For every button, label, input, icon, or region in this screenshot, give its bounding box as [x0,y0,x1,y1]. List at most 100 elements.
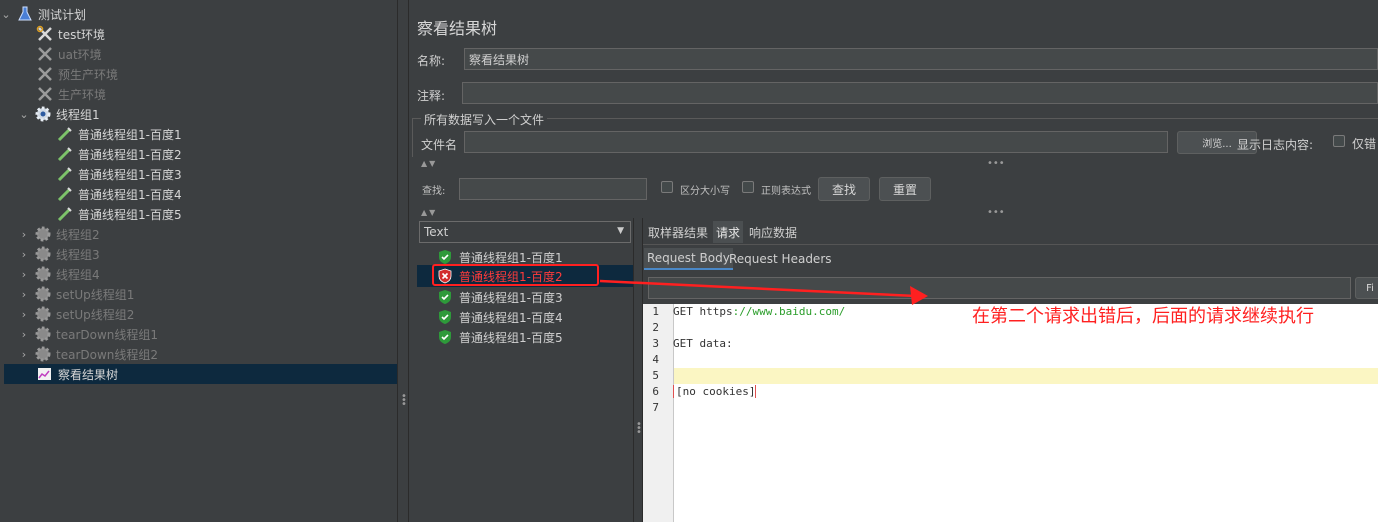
pipette-icon [56,205,74,223]
chevron-down-icon: ▼ [617,226,624,236]
chevron-down-icon[interactable]: ⌄ [0,8,12,21]
graph-icon [36,365,54,383]
success-shield-icon [437,329,453,345]
tree-item-sampler-1[interactable]: 普通线程组1-百度1 [56,124,182,144]
renderer-select[interactable]: Text ▼ [419,221,631,243]
tree-item-label: 察看结果树 [58,367,119,382]
tree-item-thread-group-1[interactable]: ⌄ 线程组1 [18,104,100,124]
tree-item-view-results-tree[interactable]: 察看结果树 [4,364,397,384]
tree-item-label: tearDown线程组1 [56,327,159,342]
result-item[interactable]: 普通线程组1-百度3 [437,287,563,307]
tree-item-label: 普通线程组1-百度1 [78,127,182,142]
comment-field[interactable] [462,82,1378,104]
errors-only-label: 仅错 [1352,137,1377,151]
case-sensitive-checkbox[interactable] [661,181,673,193]
regex-checkbox[interactable] [742,181,754,193]
test-plan-tree: ⌄ 测试计划 test环境 uat环境 预生产环境 生产环境 ⌄ 线程组1 普通… [0,0,397,522]
result-item[interactable]: 普通线程组1-百度4 [437,307,563,327]
tree-item-label: 线程组1 [56,107,100,122]
request-body-editor[interactable]: 1 2 3 4 5 6 7 GET https://www.baidu.com/… [643,304,1378,522]
tree-item-sampler-2[interactable]: 普通线程组1-百度2 [56,144,182,164]
success-shield-icon [437,309,453,325]
tree-item-setup-group-2[interactable]: › setUp线程组2 [18,304,134,324]
annotation-text: 在第二个请求出错后，后面的请求继续执行 [972,306,1314,327]
gear-icon [34,245,52,263]
gear-icon [34,325,52,343]
tree-item-sampler-4[interactable]: 普通线程组1-百度4 [56,184,182,204]
splitter-grip-icon[interactable]: ••• [987,158,1005,169]
tree-item-label: setUp线程组2 [56,307,135,322]
result-label: 普通线程组1-百度4 [459,310,563,325]
pipette-icon [56,145,74,163]
gear-icon [34,285,52,303]
tree-item-label: 线程组2 [56,227,100,242]
chevron-right-icon[interactable]: › [18,228,30,241]
chevron-right-icon[interactable]: › [18,308,30,321]
chevron-down-icon[interactable]: ⌄ [18,108,30,121]
chevron-right-icon[interactable]: › [18,328,30,341]
renderer-select-value: Text [424,225,449,239]
name-field[interactable]: 察看结果树 [464,48,1378,70]
tree-item-thread-group-2[interactable]: › 线程组2 [18,224,100,244]
chevron-right-icon[interactable]: › [18,248,30,261]
tree-item-label: setUp线程组1 [56,287,135,302]
splitter-grip-icon: • • • [636,419,642,438]
tree-item-thread-group-3[interactable]: › 线程组3 [18,244,100,264]
tab-response-data[interactable]: 响应数据 [746,221,800,243]
body-find-button[interactable]: Fi [1355,277,1378,299]
chevron-right-icon[interactable]: › [18,268,30,281]
wrench-scissors-icon [36,45,54,63]
flask-icon [16,5,34,23]
results-splitter[interactable]: • • • [633,218,643,522]
tree-item-thread-group-4[interactable]: › 线程组4 [18,264,100,284]
log-content-label: 显示日志内容: [1237,138,1314,152]
splitter-grip-icon[interactable]: ••• [987,207,1005,218]
search-input[interactable] [459,178,647,200]
tree-item-teardown-group-1[interactable]: › tearDown线程组1 [18,324,158,344]
success-shield-icon [437,289,453,305]
line-number: 2 [652,321,659,334]
tree-item-sampler-5[interactable]: 普通线程组1-百度5 [56,204,182,224]
line-number: 7 [652,401,659,414]
regex-label: 正则表达式 [761,186,811,197]
wrench-scissors-icon [36,25,54,43]
collapse-arrows-icon[interactable]: ▲▼ [421,159,437,168]
tab-sampler-result[interactable]: 取样器结果 [645,221,711,243]
collapse-arrows-icon[interactable]: ▲▼ [421,208,437,217]
case-sensitive-label: 区分大小写 [680,186,730,197]
tree-item-preprod-env[interactable]: 预生产环境 [36,64,118,84]
tree-item-teardown-group-2[interactable]: › tearDown线程组2 [18,344,158,364]
tree-item-test-plan[interactable]: ⌄ 测试计划 [0,4,86,24]
file-name-field[interactable] [464,131,1168,153]
tab-request[interactable]: 请求 [713,221,744,243]
tree-item-label: tearDown线程组2 [56,347,159,362]
tree-item-uat-env[interactable]: uat环境 [36,44,102,64]
gear-icon [34,225,52,243]
name-label: 名称: [417,54,446,68]
result-item[interactable]: 普通线程组1-百度5 [437,327,563,347]
chevron-right-icon[interactable]: › [18,288,30,301]
subtab-request-body[interactable]: Request Body [644,248,733,270]
gear-icon [34,105,52,123]
annotation-arrow-icon [599,279,928,305]
tree-item-prod-env[interactable]: 生产环境 [36,84,106,104]
comment-label: 注释: [417,89,446,103]
errors-only-checkbox[interactable] [1333,135,1345,147]
tree-item-label: 普通线程组1-百度5 [78,207,182,222]
tree-item-sampler-3[interactable]: 普通线程组1-百度3 [56,164,182,184]
tree-item-label: 生产环境 [58,87,107,102]
code-line-6: [no cookies] [673,385,757,398]
tree-item-label: 普通线程组1-百度3 [78,167,182,182]
chevron-right-icon[interactable]: › [18,348,30,361]
tree-item-test-env[interactable]: test环境 [36,24,105,44]
search-label: 查找: [422,186,446,197]
tab-divider [643,244,1378,245]
subtab-request-headers[interactable]: Request Headers [726,248,835,270]
result-label: 普通线程组1-百度3 [459,290,563,305]
tree-item-setup-group-1[interactable]: › setUp线程组1 [18,284,134,304]
tree-item-label: 线程组3 [56,247,100,262]
success-shield-icon [437,249,453,265]
pipette-icon [56,125,74,143]
find-button[interactable]: 查找 [818,177,870,201]
reset-button[interactable]: 重置 [879,177,931,201]
